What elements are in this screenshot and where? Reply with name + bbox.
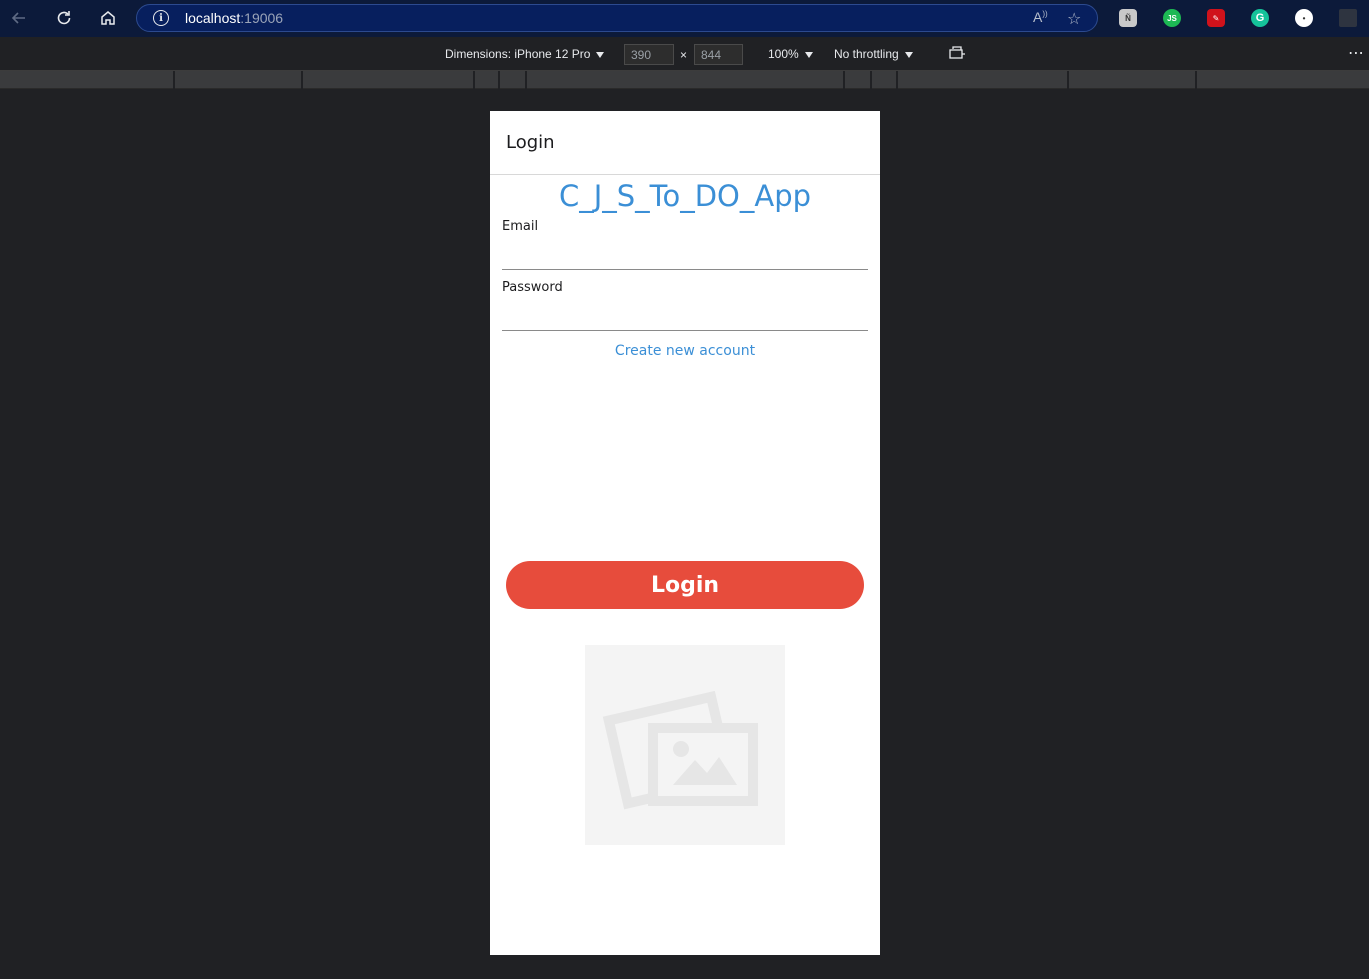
ruler-tick <box>473 71 475 89</box>
ruler-tick <box>173 71 175 89</box>
throttling-dropdown[interactable]: No throttling <box>834 47 913 61</box>
image-placeholder-icon <box>585 645 785 845</box>
more-options-icon[interactable]: ⋯ <box>1348 43 1364 63</box>
height-input[interactable] <box>694 44 743 65</box>
info-icon[interactable]: i <box>153 10 169 26</box>
ruler-tick <box>525 71 527 89</box>
mobile-viewport: Login C_J_S_To_DO_App Email Password Cre… <box>490 111 880 955</box>
email-label: Email <box>502 219 539 234</box>
email-field[interactable] <box>502 234 868 270</box>
ruler-tick <box>498 71 500 89</box>
login-button[interactable]: Login <box>506 561 864 609</box>
grammarly-icon[interactable]: G <box>1251 9 1269 27</box>
app-header: Login <box>490 111 880 175</box>
dimension-separator: × <box>680 48 688 62</box>
rotate-icon[interactable] <box>948 45 966 64</box>
email-field-group: Email <box>502 219 868 270</box>
address-bar[interactable]: i localhost:19006 A)) ☆ <box>136 4 1098 32</box>
extension-icon-1[interactable]: Ñ <box>1119 9 1137 27</box>
caret-down-icon <box>804 51 813 58</box>
password-field[interactable] <box>502 295 868 331</box>
reload-icon[interactable] <box>51 6 77 30</box>
extension-icon-3[interactable]: ✎ <box>1207 9 1225 27</box>
home-icon[interactable] <box>95 6 121 30</box>
caret-down-icon <box>904 51 913 58</box>
favorites-icon[interactable]: ☆ <box>1067 9 1081 29</box>
password-field-group: Password <box>502 280 868 331</box>
width-input[interactable] <box>624 44 674 65</box>
extension-icon-5[interactable]: • <box>1295 9 1313 27</box>
url-text: localhost:19006 <box>185 10 284 26</box>
caret-down-icon <box>596 51 605 58</box>
extension-icon-js[interactable]: JS <box>1163 9 1181 27</box>
read-aloud-icon[interactable]: A)) <box>1033 9 1048 25</box>
ruler-tick <box>301 71 303 89</box>
ruler-tick <box>1067 71 1069 89</box>
device-toolbar: Dimensions: iPhone 12 Pro × 100% No thro… <box>0 37 1369 71</box>
extension-icon-6[interactable] <box>1339 9 1357 27</box>
back-icon[interactable] <box>6 6 32 30</box>
password-label: Password <box>502 280 563 295</box>
media-query-ruler <box>0 71 1369 89</box>
zoom-dropdown[interactable]: 100% <box>768 47 813 61</box>
browser-toolbar: i localhost:19006 A)) ☆ Ñ JS ✎ G • <box>0 0 1369 37</box>
ruler-tick <box>1195 71 1197 89</box>
dimensions-dropdown[interactable]: Dimensions: iPhone 12 Pro <box>445 47 605 61</box>
ruler-tick <box>843 71 845 89</box>
header-title: Login <box>506 132 555 153</box>
app-title: C_J_S_To_DO_App <box>558 179 812 213</box>
ruler-tick <box>896 71 898 89</box>
create-account-link[interactable]: Create new account <box>490 343 880 359</box>
ruler-tick <box>870 71 872 89</box>
